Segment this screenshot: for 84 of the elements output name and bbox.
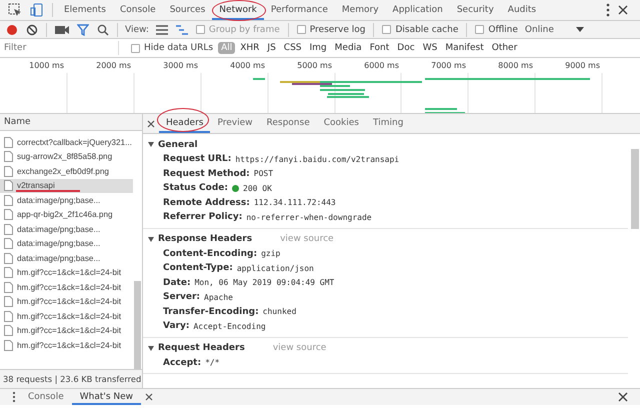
- request-row[interactable]: data:image/png;base...: [0, 193, 133, 208]
- type-filter[interactable]: JS: [264, 42, 279, 54]
- drawer-tab[interactable]: Console: [20, 389, 72, 405]
- detail-tab[interactable]: Preview: [210, 114, 260, 133]
- header-value: gzip: [261, 249, 280, 258]
- header-name: Request URL:: [163, 154, 232, 164]
- time-tick: 7000 ms: [430, 60, 467, 72]
- type-filter[interactable]: Doc: [394, 42, 418, 54]
- header-name: Content-Encoding:: [163, 248, 258, 259]
- detail-tab[interactable]: Timing: [366, 114, 410, 133]
- header-value: application/json: [236, 264, 314, 273]
- request-row[interactable]: data:image/png;base...: [0, 222, 133, 236]
- time-tick: 3000 ms: [162, 60, 199, 72]
- header-name: Vary:: [163, 321, 190, 332]
- header-name: Request Method:: [163, 168, 250, 179]
- time-tick: 9000 ms: [564, 60, 601, 72]
- panel-tab[interactable]: Memory: [334, 0, 386, 20]
- header-value: 112.34.111.72:443: [254, 198, 336, 208]
- type-filter[interactable]: XHR: [237, 42, 262, 54]
- request-row[interactable]: hm.gif?cc=1&ck=1&cl=24-bit: [0, 338, 133, 352]
- type-filter[interactable]: Other: [488, 42, 520, 54]
- request-row[interactable]: hm.gif?cc=1&ck=1&cl=24-bit: [0, 266, 133, 280]
- header-value: https://fanyi.baidu.com/v2transapi: [235, 154, 400, 164]
- hide-data-urls-checkbox[interactable]: Hide data URLs: [131, 43, 214, 53]
- type-filter[interactable]: Manifest: [442, 42, 487, 54]
- section-title[interactable]: General: [158, 140, 198, 150]
- request-row[interactable]: v2transapi: [0, 178, 133, 193]
- header-name: Date:: [163, 278, 191, 288]
- section-title[interactable]: Response Headers: [158, 234, 252, 244]
- drawer-tab[interactable]: What's New: [72, 389, 142, 405]
- time-tick: 4000 ms: [229, 60, 266, 72]
- header-value: Accept-Encoding: [193, 322, 266, 331]
- request-row[interactable]: hm.gif?cc=1&ck=1&cl=24-bit: [0, 294, 133, 309]
- request-row[interactable]: correctxt?callback=jQuery321...: [0, 135, 133, 150]
- type-filter[interactable]: Font: [366, 42, 392, 54]
- time-tick: 2000 ms: [95, 60, 132, 72]
- panel-tab[interactable]: Security: [450, 0, 501, 20]
- request-row[interactable]: data:image/png;base...: [0, 236, 133, 251]
- type-filter[interactable]: Img: [306, 42, 330, 54]
- header-name: Remote Address:: [163, 198, 250, 208]
- time-tick: 5000 ms: [296, 60, 333, 72]
- header-name: Content-Type:: [163, 263, 233, 274]
- header-value: no-referrer-when-downgrade: [246, 212, 372, 222]
- detail-tab[interactable]: Response: [260, 114, 317, 133]
- header-value: POST: [254, 169, 274, 178]
- panel-tab[interactable]: Application: [386, 0, 450, 20]
- type-filter[interactable]: Media: [332, 42, 365, 54]
- panel-tab[interactable]: Sources: [162, 0, 212, 20]
- detail-tab[interactable]: Headers: [159, 114, 210, 133]
- header-value: Apache: [204, 292, 233, 302]
- option-checkbox[interactable]: Offline: [475, 24, 518, 34]
- header-name: Status Code:: [163, 183, 228, 194]
- header-value: chunked: [262, 307, 296, 316]
- header-name: Referrer Policy:: [163, 212, 242, 222]
- type-filter[interactable]: WS: [420, 42, 440, 54]
- type-filter[interactable]: CSS: [280, 42, 305, 54]
- panel-tab[interactable]: Console: [112, 0, 163, 20]
- request-row[interactable]: hm.gif?cc=1&ck=1&cl=24-bit: [0, 280, 133, 294]
- panel-tab[interactable]: Elements: [57, 0, 113, 20]
- header-name: Accept:: [163, 358, 202, 368]
- time-tick: 1000 ms: [28, 60, 65, 72]
- request-row[interactable]: data:image/png;base...: [0, 251, 133, 266]
- request-row[interactable]: sug-arrow2x_8f85a58.png: [0, 150, 133, 164]
- panel-tab[interactable]: Performance: [264, 0, 335, 20]
- header-name: Server:: [163, 292, 200, 302]
- throttle-dropdown[interactable]: Online: [524, 24, 584, 34]
- header-name: Transfer-Encoding:: [163, 306, 259, 317]
- detail-tab[interactable]: Cookies: [316, 114, 366, 133]
- view-label: View:: [125, 24, 149, 34]
- time-tick: 8000 ms: [497, 60, 534, 72]
- option-checkbox[interactable]: Preserve log: [296, 24, 366, 34]
- header-value: */*: [205, 358, 220, 368]
- request-row[interactable]: hm.gif?cc=1&ck=1&cl=24-bit: [0, 309, 133, 324]
- header-value: 200 OK: [243, 184, 272, 193]
- request-summary: 38 requests | 23.6 KB transferred: [0, 369, 142, 388]
- name-column-header[interactable]: Name: [0, 114, 142, 131]
- section-title[interactable]: Request Headers: [158, 343, 245, 353]
- panel-tab[interactable]: Audits: [500, 0, 544, 20]
- header-value: Mon, 06 May 2019 09:04:49 GMT: [194, 278, 334, 288]
- request-row[interactable]: exchange2x_efb0d9f.png: [0, 164, 133, 178]
- request-row[interactable]: hm.gif?cc=1&ck=1&cl=24-bit: [0, 324, 133, 338]
- option-checkbox[interactable]: Disable cache: [382, 24, 458, 34]
- time-tick: 6000 ms: [363, 60, 400, 72]
- request-row[interactable]: app-qr-big2x_2f1c46a.png: [0, 208, 133, 222]
